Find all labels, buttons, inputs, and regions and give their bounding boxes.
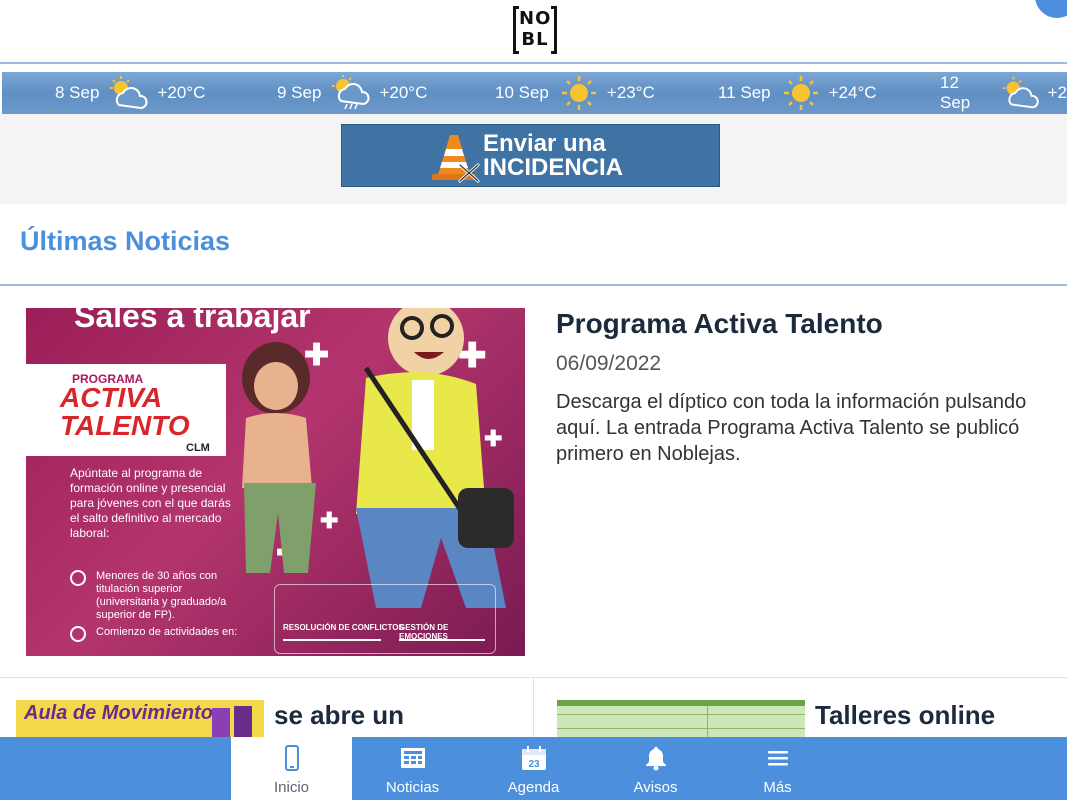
article-date: 06/09/2022 xyxy=(556,352,662,375)
calendar-day-number: 23 xyxy=(528,759,540,770)
nav-label: Más xyxy=(763,779,792,796)
thumbnail-decoration xyxy=(234,706,252,738)
weather-temp: +23°C xyxy=(606,83,655,102)
phone-icon xyxy=(285,745,299,771)
nav-mas[interactable]: Más xyxy=(717,737,838,800)
poster-slider xyxy=(283,639,381,641)
nav-label: Avisos xyxy=(633,779,678,796)
noblejas-logo[interactable]: NO BL xyxy=(513,6,557,54)
news-card-thumbnail[interactable]: Aula de Movimiento xyxy=(16,700,264,738)
logo-text-top: NO xyxy=(519,8,552,29)
sun-icon xyxy=(783,76,818,110)
news-card-thumbnail[interactable] xyxy=(557,700,805,738)
weather-date: 10 Sep xyxy=(495,83,549,102)
poster-slider xyxy=(399,639,485,641)
floating-action-button[interactable] xyxy=(1035,0,1067,18)
nav-agenda[interactable]: 23 Agenda xyxy=(473,737,594,800)
nav-avisos[interactable]: Avisos xyxy=(595,737,716,800)
bell-icon xyxy=(646,747,666,771)
bottom-navigation: Inicio Noticias 23 Agenda Avisos Más xyxy=(0,737,1067,800)
nav-label: Noticias xyxy=(385,779,440,796)
weather-temp: +20°C xyxy=(379,83,428,102)
weather-forecast-strip[interactable]: 8 Sep +20°C 9 Sep +20°C 10 Sep +23°C 11 … xyxy=(2,72,1067,114)
weather-day: 10 Sep +23°C xyxy=(495,72,655,114)
app-header: NO BL xyxy=(0,0,1067,64)
logo-text: NO BL xyxy=(519,8,551,50)
calendar-icon: 23 xyxy=(522,746,546,770)
section-title: Últimas Noticias xyxy=(20,226,231,256)
rain-cloud-icon xyxy=(332,75,370,110)
poster-clm: CLM xyxy=(186,442,210,454)
poster-talento: TALENTO xyxy=(60,410,190,441)
menu-icon xyxy=(768,751,788,766)
weather-day: 8 Sep +20°C xyxy=(55,72,205,114)
news-card-list: Aula de Movimiento se abre un Talleres o… xyxy=(0,678,1067,738)
banner-area: Enviar una INCIDENCIA xyxy=(0,114,1067,204)
weather-temp: +24°C xyxy=(828,83,877,102)
incidence-line-1: Enviar una xyxy=(483,130,606,157)
thumbnail-table-line xyxy=(557,714,805,715)
poster-panel-left: RESOLUCIÓN DE CONFLICTOS xyxy=(283,623,404,632)
thumbnail-table-line xyxy=(707,706,708,738)
traffic-cone-icon xyxy=(432,135,480,183)
calendar-bullet-icon xyxy=(70,626,86,642)
news-card-title[interactable]: Talleres online xyxy=(815,700,995,731)
news-card[interactable]: Talleres online xyxy=(535,678,1067,738)
nav-noticias[interactable]: Noticias xyxy=(352,737,473,800)
bullet-icon xyxy=(70,570,86,586)
weather-date: 9 Sep xyxy=(277,83,322,102)
nav-inicio[interactable]: Inicio xyxy=(231,737,352,800)
poster-body: Apúntate al programa de formación online… xyxy=(70,466,231,540)
featured-article[interactable]: Sales a trabajar ✚ ✚ ✚ ✚ ✚ PROGRAMA ACTI… xyxy=(0,286,1067,678)
poster-activa-talento: ACTIVA TALENTO xyxy=(60,384,190,440)
logo-text-bottom: BL xyxy=(521,29,549,50)
poster-bullet-2: Comienzo de actividades en: xyxy=(96,626,238,638)
news-card[interactable]: Aula de Movimiento se abre un xyxy=(0,678,534,738)
news-card-title[interactable]: se abre un xyxy=(274,700,404,731)
thumbnail-text: Aula de Movimiento xyxy=(24,702,213,724)
poster-skills-panel: RESOLUCIÓN DE CONFLICTOS GESTIÓN DE EMOC… xyxy=(274,584,496,654)
weather-temp: +2 xyxy=(1047,83,1067,102)
weather-day: 11 Sep +24°C xyxy=(718,72,877,114)
partly-cloudy-icon xyxy=(110,76,148,110)
weather-day: 9 Sep +20°C xyxy=(277,72,427,114)
weather-temp: +20°C xyxy=(157,83,206,102)
weather-date: 11 Sep xyxy=(718,83,771,102)
incidence-label: Enviar una INCIDENCIA xyxy=(483,132,623,180)
poster-activa: ACTIVA xyxy=(60,382,163,413)
partly-cloudy-icon xyxy=(1002,76,1039,109)
newspaper-icon xyxy=(401,748,425,768)
article-excerpt: Descarga el díptico con toda la informac… xyxy=(556,391,1027,465)
send-incidence-button[interactable]: Enviar una INCIDENCIA xyxy=(341,124,720,187)
thumbnail-decoration xyxy=(212,708,230,738)
logo-bracket-right xyxy=(551,6,557,54)
weather-day: 12 Sep +2 xyxy=(940,72,1067,114)
sun-icon xyxy=(561,76,596,110)
incidence-line-2: INCIDENCIA xyxy=(483,154,624,181)
featured-article-image[interactable]: Sales a trabajar ✚ ✚ ✚ ✚ ✚ PROGRAMA ACTI… xyxy=(26,308,525,656)
poster-bullet-1: Menores de 30 años con titulación superi… xyxy=(96,570,227,621)
weather-date: 12 Sep xyxy=(940,73,971,112)
weather-date: 8 Sep xyxy=(55,83,100,102)
nav-label: Inicio xyxy=(273,779,310,796)
nav-label: Agenda xyxy=(507,779,560,796)
article-title[interactable]: Programa Activa Talento xyxy=(556,308,883,340)
jumping-people-illustration xyxy=(242,308,514,608)
poster-program-card: PROGRAMA ACTIVA TALENTO CLM xyxy=(26,364,226,456)
thumbnail-table-line xyxy=(557,728,805,729)
